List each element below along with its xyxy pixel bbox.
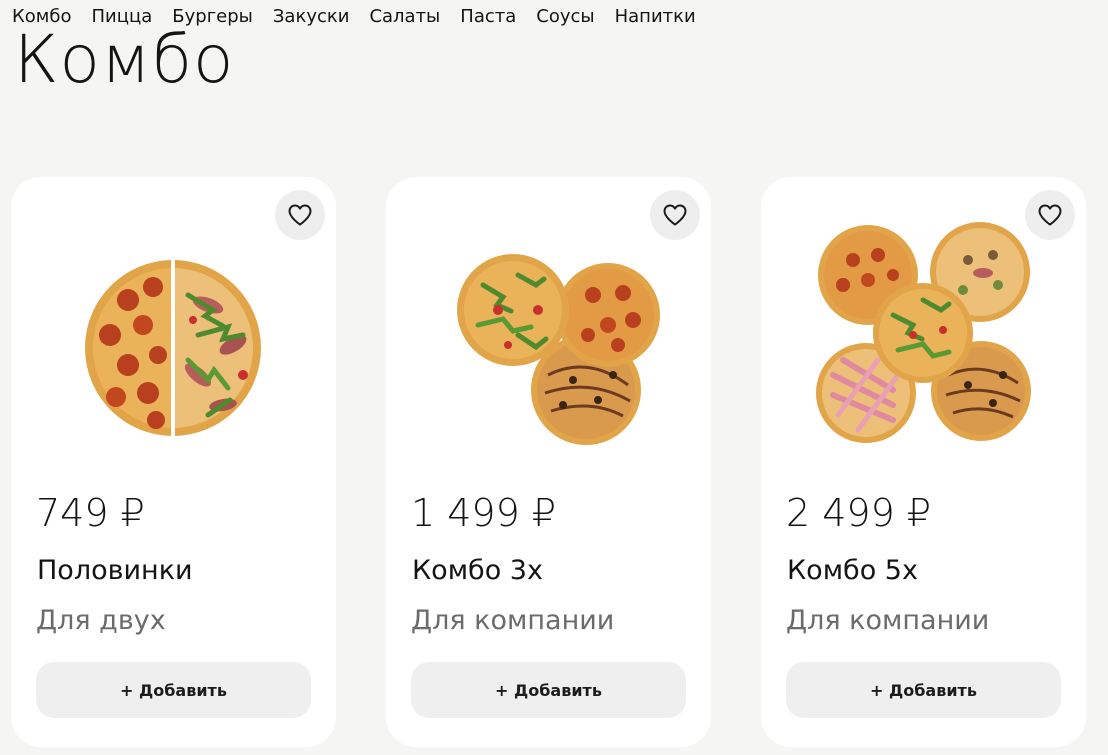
product-name: Половинки [37, 555, 193, 586]
add-to-cart-button[interactable]: + Добавить [411, 662, 686, 718]
product-name: Комбо 3х [412, 555, 543, 586]
nav-item-drinks[interactable]: Напитки [615, 6, 696, 27]
product-grid: 749 ₽ Половинки Для двух + Добавить 1 49… [11, 177, 1086, 747]
pizza-halves-image [48, 215, 298, 465]
product-card[interactable]: 749 ₽ Половинки Для двух + Добавить [11, 177, 336, 747]
nav-item-pasta[interactable]: Паста [460, 6, 516, 27]
add-to-cart-button[interactable]: + Добавить [36, 662, 311, 718]
product-description: Для двух [36, 605, 166, 636]
product-card[interactable]: 2 499 ₽ Комбо 5х Для компании + Добавить [761, 177, 1086, 747]
nav-item-snacks[interactable]: Закуски [273, 6, 350, 27]
nav-item-salads[interactable]: Салаты [369, 6, 440, 27]
product-description: Для компании [411, 605, 615, 636]
pizza-combo-5-image [798, 215, 1048, 465]
page-title: Комбо [14, 21, 235, 98]
product-description: Для компании [786, 605, 990, 636]
product-price: 1 499 ₽ [411, 491, 557, 535]
product-card[interactable]: 1 499 ₽ Комбо 3х Для компании + Добавить [386, 177, 711, 747]
product-price: 749 ₽ [36, 491, 145, 535]
product-name: Комбо 5х [787, 555, 918, 586]
product-price: 2 499 ₽ [786, 491, 932, 535]
pizza-combo-3-image [423, 215, 673, 465]
nav-item-sauces[interactable]: Соусы [536, 6, 594, 27]
add-to-cart-button[interactable]: + Добавить [786, 662, 1061, 718]
